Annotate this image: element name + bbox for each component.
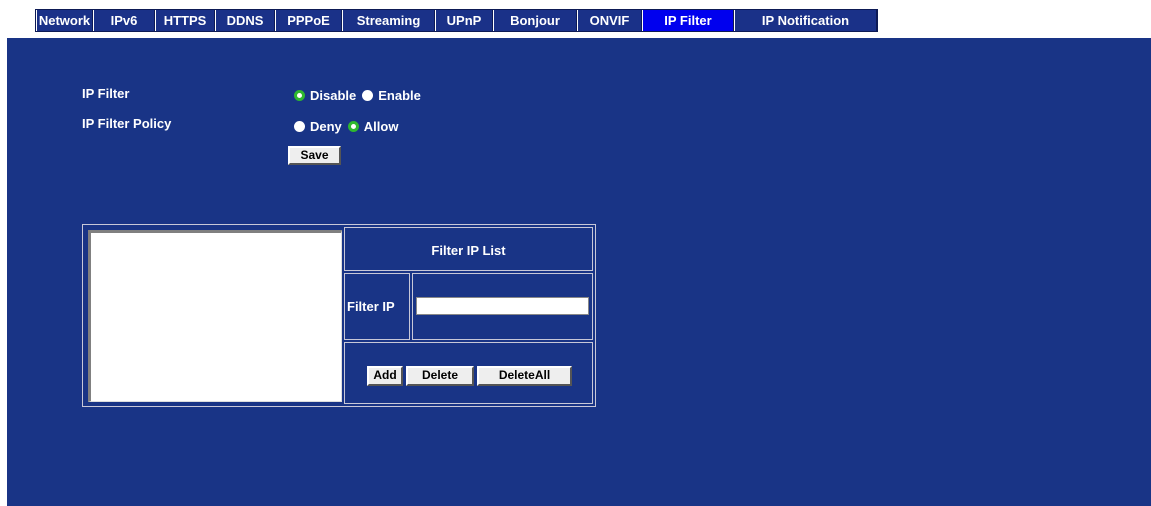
ip-filter-radio-group: Disable Enable — [294, 88, 427, 103]
save-button[interactable]: Save — [288, 146, 341, 165]
filter-ip-list-header-cell: Filter IP List — [344, 227, 593, 271]
policy-allow-label: Allow — [363, 119, 399, 134]
tab-streaming[interactable]: Streaming — [342, 10, 435, 31]
delete-button[interactable]: Delete — [406, 366, 474, 386]
tab-onvif[interactable]: ONVIF — [577, 10, 642, 31]
policy-deny-label: Deny — [310, 119, 342, 134]
tab-ip-notification[interactable]: IP Notification — [734, 10, 877, 31]
ip-filter-disable-label: Disable — [310, 88, 357, 103]
tab-https[interactable]: HTTPS — [155, 10, 215, 31]
tab-network[interactable]: Network — [36, 10, 93, 31]
tab-ip-filter[interactable]: IP Filter — [642, 10, 734, 31]
ip-filter-enable-option[interactable]: Enable — [362, 88, 421, 103]
filter-ip-label: Filter IP — [347, 299, 395, 314]
policy-radio-group: Deny Allow — [294, 119, 404, 134]
ip-filter-label: IP Filter — [82, 86, 130, 101]
filter-ip-input[interactable] — [416, 297, 589, 315]
tab-ddns[interactable]: DDNS — [215, 10, 275, 31]
ip-filter-enable-radio[interactable] — [362, 90, 374, 101]
ip-filter-disable-option[interactable]: Disable — [294, 88, 356, 103]
policy-deny-radio[interactable] — [294, 121, 305, 132]
policy-allow-radio[interactable] — [347, 121, 359, 132]
ip-filter-enable-label: Enable — [378, 88, 421, 103]
tab-upnp[interactable]: UPnP — [435, 10, 493, 31]
ip-filter-disable-radio[interactable] — [294, 90, 305, 101]
filter-ip-listbox[interactable] — [88, 230, 342, 402]
filter-ip-label-cell: Filter IP — [344, 273, 410, 340]
add-button[interactable]: Add — [367, 366, 403, 386]
filter-ip-list-header: Filter IP List — [431, 243, 506, 258]
delete-all-button[interactable]: DeleteAll — [477, 366, 572, 386]
ip-filter-policy-label: IP Filter Policy — [82, 116, 172, 131]
tab-pppoe[interactable]: PPPoE — [275, 10, 342, 31]
tab-bonjour[interactable]: Bonjour — [493, 10, 577, 31]
tab-ipv6[interactable]: IPv6 — [93, 10, 155, 31]
policy-deny-option[interactable]: Deny — [294, 119, 342, 134]
tab-bar: Network IPv6 HTTPS DDNS PPPoE Streaming … — [35, 9, 878, 32]
policy-allow-option[interactable]: Allow — [347, 119, 399, 134]
